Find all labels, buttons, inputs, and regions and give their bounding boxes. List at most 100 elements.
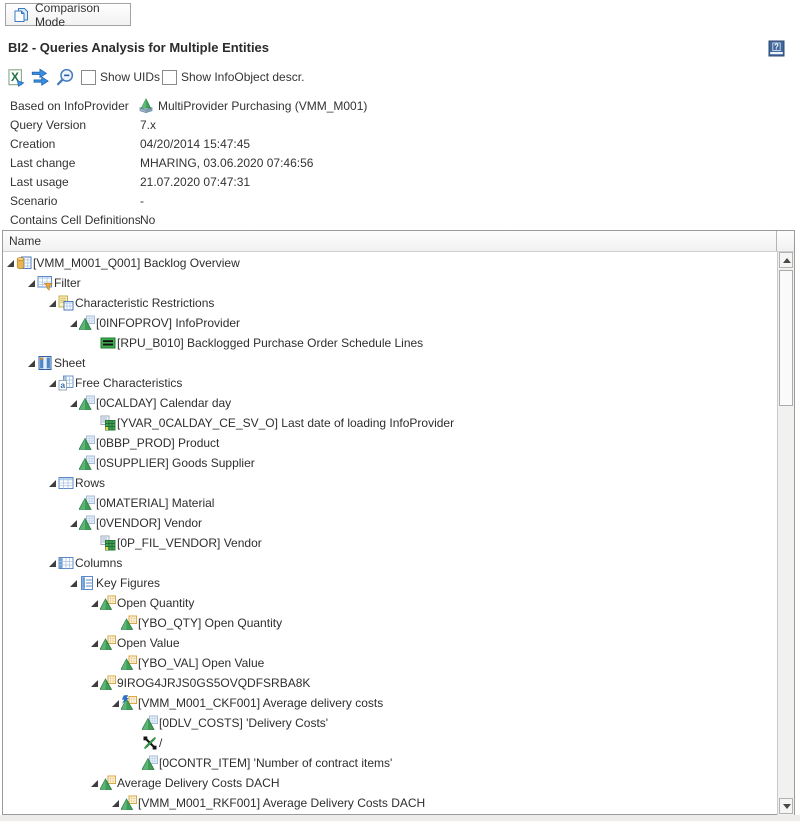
tree-row[interactable]: [VMM_M001_CKF001] Average delivery costs [3,693,777,713]
details-label: Last change [10,154,75,173]
tree-row[interactable]: [0CONTR_ITEM] 'Number of contract items' [3,753,777,773]
details-value: MHARING, 03.06.2020 07:46:56 [140,154,313,173]
comparison-mode-button[interactable]: Comparison Mode [5,3,131,26]
tree-row[interactable]: [0BBP_PROD] Product [3,433,777,453]
query-tree: [VMM_M001_Q001] Backlog OverviewFilterCh… [3,252,777,814]
variable-icon [100,535,116,551]
variable-icon [100,415,116,431]
help-icon[interactable] [768,40,785,57]
tree-row[interactable]: Rows [3,473,777,493]
expand-arrow-icon[interactable] [28,360,35,367]
show-infoobject-descr-checkbox[interactable] [162,70,177,85]
tree-row[interactable] [3,813,777,814]
tree-row-label: Columns [75,553,122,573]
scroll-down-button[interactable] [779,798,793,814]
tree-row[interactable]: [0CALDAY] Calendar day [3,393,777,413]
expand-arrow-icon[interactable] [70,580,77,587]
key-figure-icon [100,595,116,611]
details-value: No [140,211,155,230]
tree-row[interactable]: [VMM_M001_RKF001] Average Delivery Costs… [3,793,777,813]
tree-row[interactable]: [YBO_VAL] Open Value [3,653,777,673]
details-label: Scenario [10,192,57,211]
characteristic-icon [79,495,95,511]
scroll-up-button[interactable] [779,252,793,268]
expand-arrow-icon[interactable] [70,520,77,527]
vertical-scrollbar[interactable] [777,252,794,815]
restricted-key-figure-icon [121,795,137,811]
tree-row-label: [0SUPPLIER] Goods Supplier [96,453,255,473]
tree-row-label: [0MATERIAL] Material [96,493,214,513]
char-restrictions-icon [58,295,74,311]
transfer-icon[interactable] [31,68,50,87]
tree-row[interactable]: / [3,733,777,753]
tree-row-label: [YBO_QTY] Open Quantity [138,613,282,633]
tree-row[interactable]: Open Value [3,633,777,653]
tree-row[interactable]: 9IROG4JRJS0GS5OVQDFSRBA8K [3,673,777,693]
tree-row-label: Average Delivery Costs DACH [117,773,280,793]
tree-row[interactable]: [YBO_QTY] Open Quantity [3,613,777,633]
tree-row-label: Free Characteristics [75,373,182,393]
expand-arrow-icon[interactable] [91,640,98,647]
tree-row[interactable]: [0P_FIL_VENDOR] Vendor [3,533,777,553]
query-details-panel: Based on InfoProviderMultiProvider Purch… [0,97,800,230]
tree-row-label: [VMM_M001_Q001] Backlog Overview [33,253,240,273]
tree-row[interactable]: [0DLV_COSTS] 'Delivery Costs' [3,713,777,733]
header-scrollbar-stub [776,231,794,251]
expand-arrow-icon[interactable] [70,320,77,327]
rows-icon [58,475,74,491]
expand-arrow-icon[interactable] [49,380,56,387]
tree-row-label: Filter [54,273,81,293]
tree-row-label: [0VENDOR] Vendor [96,513,202,533]
tree-row[interactable]: [0MATERIAL] Material [3,493,777,513]
expand-arrow-icon[interactable] [49,480,56,487]
details-row: Last change MHARING, 03.06.2020 07:46:56 [0,154,800,173]
expand-arrow-icon[interactable] [7,260,14,267]
expand-arrow-icon[interactable] [28,280,35,287]
tree-row[interactable]: [YVAR_0CALDAY_CE_SV_O] Last date of load… [3,413,777,433]
characteristic-icon [142,715,158,731]
scrollbar-thumb[interactable] [779,270,793,406]
comparison-mode-label: Comparison Mode [35,1,130,29]
details-value: 04/20/2014 15:47:45 [140,135,250,154]
expand-arrow-icon[interactable] [49,300,56,307]
key-figure-icon [100,675,116,691]
expand-arrow-icon[interactable] [91,780,98,787]
tree-row[interactable]: [0INFOPROV] InfoProvider [3,313,777,333]
tree-column-header[interactable]: Name [3,231,794,252]
expand-arrow-icon[interactable] [112,700,119,707]
tree-row[interactable]: [RPU_B010] Backlogged Purchase Order Sch… [3,333,777,353]
details-row: Query Version7.x [0,116,800,135]
tree-row[interactable]: Sheet [3,353,777,373]
expand-arrow-icon[interactable] [49,560,56,567]
details-label: Based on InfoProvider [10,97,129,116]
tree-row[interactable]: Free Characteristics [3,373,777,393]
tree-row[interactable]: [VMM_M001_Q001] Backlog Overview [3,253,777,273]
show-uids-label: Show UIDs [100,70,160,85]
calculated-key-figure-icon [121,695,137,711]
expand-arrow-icon[interactable] [91,600,98,607]
expand-arrow-icon[interactable] [70,400,77,407]
tree-row[interactable]: [0SUPPLIER] Goods Supplier [3,453,777,473]
tree-row[interactable]: Columns [3,553,777,573]
show-uids-checkbox[interactable] [81,70,96,85]
expand-arrow-icon[interactable] [112,800,119,807]
tree-row[interactable]: Characteristic Restrictions [3,293,777,313]
filter-icon [37,275,53,291]
characteristic-icon [142,755,158,771]
multiprovider-icon [138,98,154,114]
excel-export-icon[interactable] [6,68,25,87]
tree-row[interactable]: Key Figures [3,573,777,593]
characteristic-icon [79,455,95,471]
tree-row[interactable]: Filter [3,273,777,293]
tree-row-label: [0CALDAY] Calendar day [96,393,231,413]
characteristic-icon [79,515,95,531]
restriction-value-icon [100,335,116,351]
tree-row[interactable]: [0VENDOR] Vendor [3,513,777,533]
expand-arrow-icon[interactable] [91,680,98,687]
details-label: Query Version [10,116,86,135]
details-row: Scenario- [0,192,800,211]
tree-row-label: [0P_FIL_VENDOR] Vendor [117,533,262,553]
tree-row[interactable]: Average Delivery Costs DACH [3,773,777,793]
zoom-out-icon[interactable] [56,68,75,87]
tree-row[interactable]: Open Quantity [3,593,777,613]
